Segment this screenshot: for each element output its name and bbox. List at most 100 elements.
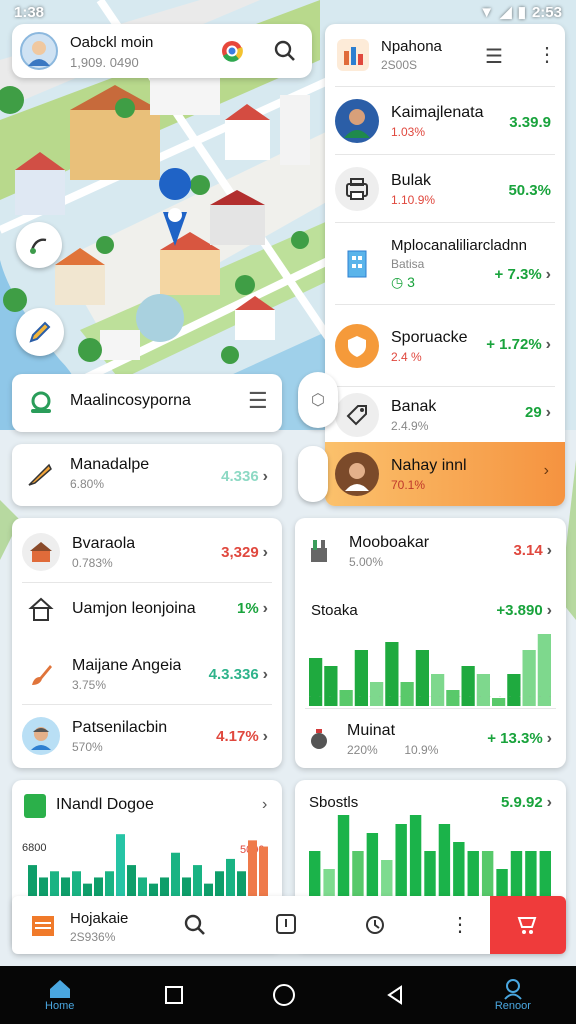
chart-bar	[105, 871, 114, 896]
chevron-right-icon: ›	[543, 462, 549, 479]
stats-footer[interactable]: Muinat 220% 10.9% + 13.3% ›	[295, 712, 566, 766]
chart-bar	[366, 833, 379, 896]
map-chip-button[interactable]	[298, 446, 328, 502]
list-item-name: Maijane Angeia	[72, 656, 182, 674]
chart-bar	[438, 824, 451, 896]
toolbar-item[interactable]: Hojakaie 2S936%	[70, 910, 128, 944]
knife-icon	[22, 456, 58, 492]
avatar[interactable]	[20, 32, 58, 70]
wifi-icon: ▼	[479, 3, 495, 21]
more-options-icon[interactable]: ⋮	[450, 912, 470, 937]
toolbar-name: Hojakaie	[70, 910, 129, 927]
chart-bar	[248, 840, 257, 896]
person-avatar	[22, 717, 60, 755]
panel-item-sub: 2.4 %	[391, 349, 422, 364]
home-icon	[49, 980, 70, 998]
list-header-card[interactable]: Maalincosyporna ☰	[12, 374, 282, 432]
cart-icon	[517, 917, 537, 934]
chart-bar	[507, 674, 521, 706]
chart-bar	[510, 851, 523, 896]
tag-icon	[335, 393, 379, 437]
chart-bar	[352, 851, 364, 896]
chart-bar	[337, 815, 350, 896]
history-icon[interactable]	[362, 912, 388, 938]
panel-item[interactable]: Sporuacke 2.4 % + 1.72% ›	[325, 306, 565, 386]
stats-subtitle: Stoaka	[311, 602, 358, 619]
user-avatar-icon	[28, 41, 50, 66]
panel-item[interactable]: Mplocanaliliarcladnn Batisa ◷ 3 + 7.3% ›	[325, 224, 565, 304]
panel-item[interactable]: Bulak 1.10.9% 50.3%	[325, 156, 565, 222]
chart-bar	[226, 858, 235, 896]
panel-item[interactable]: Banak 2.4.9% 29 ›	[325, 388, 565, 442]
chart-bar	[453, 842, 465, 896]
profile-icon	[504, 979, 522, 1000]
list-item-sub: 0.783%	[72, 555, 113, 570]
search-icon[interactable]	[182, 912, 208, 938]
back-icon[interactable]	[385, 985, 405, 1005]
route-icon	[30, 238, 47, 254]
search-icon[interactable]	[272, 38, 298, 64]
chart-bar	[323, 869, 335, 896]
panel-item-name: Nahay innl	[391, 456, 467, 474]
list-item-value: 4.17% ›	[216, 728, 268, 745]
chart-bar	[193, 865, 202, 896]
chart-bar	[28, 865, 37, 896]
menu-icon[interactable]: ☰	[248, 388, 268, 414]
nav-profile[interactable]: Renoor	[495, 978, 531, 1012]
panel-item-sub: 1.03%	[391, 124, 426, 139]
bookmark-icon: ⬡	[311, 392, 325, 409]
stats-sub: 5.00%	[349, 554, 384, 569]
home-circle-icon[interactable]	[272, 984, 295, 1006]
chart-bar	[94, 877, 103, 896]
chart-bar	[72, 871, 81, 896]
map-chip-button[interactable]: ⬡	[298, 372, 338, 428]
more-options-icon[interactable]: ⋮	[537, 42, 557, 67]
stats-header[interactable]: Mooboakar 5.00% 3.14 ›	[295, 526, 566, 576]
status-battery: 2:53	[531, 3, 562, 21]
panel-item-name: Kaimajlenata	[391, 103, 484, 121]
building-icon	[335, 242, 379, 286]
route-button[interactable]	[16, 222, 62, 268]
chart-bar	[215, 871, 224, 896]
chart-bar	[539, 851, 551, 896]
list-view-icon[interactable]: ☰	[485, 44, 503, 69]
panel-item-value: 50.3%	[508, 182, 551, 199]
panel-item-value: 29 ›	[524, 404, 551, 421]
nav-home[interactable]: Home	[45, 978, 74, 1012]
list-item[interactable]: Maijane Angeia 3.75% 4.3.336 ›	[12, 644, 282, 704]
list-item[interactable]: Patsenilacbin 570% 4.17% ›	[12, 706, 282, 766]
chart-bar	[171, 852, 180, 896]
draw-button[interactable]	[16, 308, 64, 356]
right-panel: Npahona 2S00S ☰ ⋮ Kaimajlenata 1.03% 3.3…	[325, 24, 565, 506]
list-item-value: 3,329 ›	[221, 544, 268, 561]
list-item-name: Uamjon leonjoina	[72, 600, 196, 617]
panel-item-value: + 1.72% ›	[486, 336, 551, 353]
chart-bar	[149, 883, 158, 896]
chart-bar	[324, 666, 338, 706]
chart-bar	[259, 846, 268, 896]
panel-item-name: Banak	[391, 397, 437, 415]
list-item[interactable]: Bvaraola 0.783% 3,329 ›	[12, 522, 282, 582]
search-title: Oabckl moin	[70, 34, 154, 51]
panel-item-value: + 7.3% ›	[494, 266, 551, 283]
chart-bar	[424, 851, 436, 896]
chart-bar	[237, 871, 246, 896]
location-pin-icon	[159, 168, 192, 200]
info-icon[interactable]	[274, 912, 298, 936]
panel-highlight-item[interactable]: Nahay innl 70.1% ›	[325, 442, 565, 506]
person-avatar	[335, 99, 379, 143]
list-item[interactable]: Uamjon leonjoina 1% ›	[12, 584, 282, 634]
chevron-right-icon[interactable]: ›	[262, 796, 267, 814]
list-item-sub: 3.75%	[72, 677, 107, 692]
calendar-icon	[32, 916, 54, 936]
pencil-icon	[29, 321, 51, 343]
panel-item[interactable]: Kaimajlenata 1.03% 3.39.9	[325, 88, 565, 154]
list-first-card[interactable]: Manadalpe 6.80% 4.336 ›	[12, 444, 282, 506]
person-avatar	[335, 452, 379, 496]
cart-button[interactable]	[490, 896, 566, 954]
chrome-icon[interactable]	[220, 39, 244, 63]
search-card[interactable]: Oabckl moin 1,909. 0490	[12, 24, 312, 78]
recents-icon[interactable]	[164, 986, 183, 1004]
shield-icon	[335, 324, 379, 368]
panel-item-name: Bulak	[391, 171, 432, 189]
